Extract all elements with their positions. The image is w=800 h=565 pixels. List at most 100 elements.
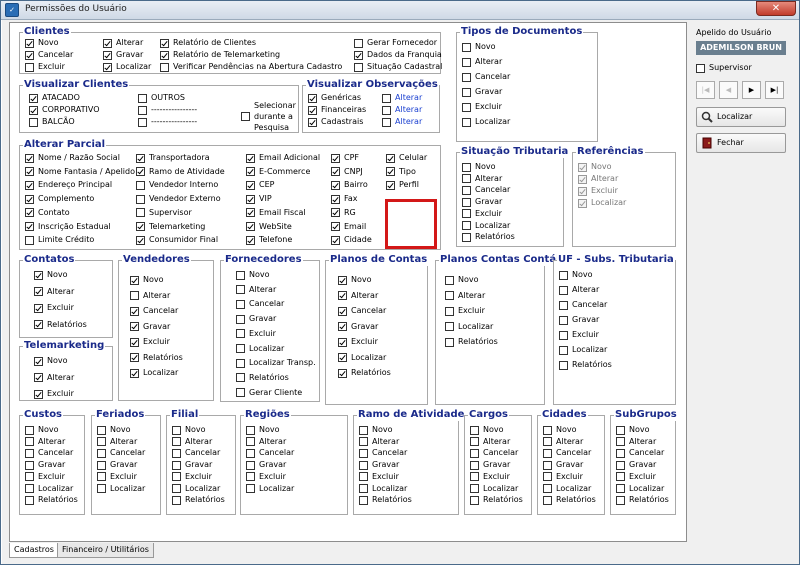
- alterar-parcial-cep-checkbox[interactable]: [246, 180, 255, 190]
- alterar-parcial-inscricao-estadual-checkbox[interactable]: [25, 222, 34, 231]
- sit-trib-excluir[interactable]: Excluir: [462, 209, 502, 219]
- custos-alterar[interactable]: Alterar: [25, 437, 65, 447]
- alterar-parcial-supervisor[interactable]: Supervisor: [136, 208, 192, 218]
- visualizar-clientes-item-3-checkbox[interactable]: [138, 93, 147, 103]
- vendedores-alterar[interactable]: Alterar: [130, 291, 170, 301]
- subgrupos-localizar-checkbox[interactable]: [616, 484, 625, 493]
- clientes-verificar-pendencias-na-abertura-cadastro[interactable]: Verificar Pendências na Abertura Cadastr…: [160, 62, 342, 72]
- vendedores-localizar[interactable]: Localizar: [130, 368, 178, 378]
- ramo-de-atividade-alterar[interactable]: Alterar: [359, 437, 399, 447]
- alterar-parcial-complemento-checkbox[interactable]: [25, 194, 34, 204]
- vendedores-gravar[interactable]: Gravar: [130, 322, 170, 332]
- cargos-novo[interactable]: Novo: [470, 425, 504, 435]
- feriados-cancelar-checkbox[interactable]: [97, 448, 106, 458]
- cargos-alterar-checkbox[interactable]: [470, 437, 479, 447]
- vendedores-cancelar-checkbox[interactable]: [130, 306, 139, 316]
- planos-contas-excluir[interactable]: Excluir: [338, 337, 378, 347]
- cargos-alterar[interactable]: Alterar: [470, 437, 510, 447]
- clientes-relatorio-de-telemarketing[interactable]: Relatório de Telemarketing: [160, 50, 280, 60]
- obs-genericas-alterar[interactable]: Alterar: [382, 93, 422, 103]
- ramo-de-atividade-excluir[interactable]: Excluir: [359, 472, 399, 482]
- visualizar-clientes-item-1[interactable]: CORPORATIVO: [29, 105, 100, 115]
- clientes-alterar[interactable]: Alterar: [103, 38, 143, 48]
- visualizar-clientes-item-4-checkbox[interactable]: [138, 105, 147, 115]
- regioes-localizar[interactable]: Localizar: [246, 484, 294, 494]
- obs-genericas-alterar-checkbox[interactable]: [382, 93, 391, 103]
- filial-alterar-checkbox[interactable]: [172, 437, 181, 447]
- regioes-gravar[interactable]: Gravar: [246, 460, 286, 470]
- contatos-novo-checkbox[interactable]: [34, 270, 43, 280]
- referencias-alterar[interactable]: Alterar: [578, 174, 618, 184]
- fornecedores-localizar-checkbox[interactable]: [236, 344, 245, 353]
- alterar-parcial-vendedor-externo[interactable]: Vendedor Externo: [136, 194, 221, 204]
- referencias-alterar-checkbox[interactable]: [578, 174, 587, 184]
- planos-contas-novo-checkbox[interactable]: [338, 275, 347, 285]
- cargos-novo-checkbox[interactable]: [470, 425, 479, 435]
- subgrupos-novo-checkbox[interactable]: [616, 425, 625, 435]
- ramo-de-atividade-localizar[interactable]: Localizar: [359, 484, 407, 494]
- feriados-cancelar[interactable]: Cancelar: [97, 448, 145, 458]
- cidades-novo-checkbox[interactable]: [543, 425, 552, 435]
- telemarketing-alterar[interactable]: Alterar: [34, 373, 74, 383]
- fornecedores-excluir-checkbox[interactable]: [236, 329, 245, 339]
- alterar-parcial-nome-fantasia-apelido[interactable]: Nome Fantasia / Apelido: [25, 167, 135, 177]
- clientes-novo[interactable]: Novo: [25, 38, 59, 48]
- visualizar-clientes-item-0[interactable]: ATACADO: [29, 93, 80, 103]
- filial-localizar-checkbox[interactable]: [172, 484, 181, 493]
- vendedores-novo[interactable]: Novo: [130, 275, 164, 285]
- cidades-alterar-checkbox[interactable]: [543, 437, 552, 447]
- feriados-novo-checkbox[interactable]: [97, 425, 106, 435]
- cidades-relatorios[interactable]: Relatórios: [543, 495, 596, 505]
- custos-excluir[interactable]: Excluir: [25, 472, 65, 482]
- uf-subs-gravar[interactable]: Gravar: [559, 315, 599, 325]
- planos-contas-relatorios[interactable]: Relatórios: [338, 368, 391, 378]
- obs-cadastrais-alterar-checkbox[interactable]: [382, 117, 391, 127]
- alterar-parcial-email-adicional[interactable]: Email Adicional: [246, 153, 320, 163]
- tipos-doc-localizar-checkbox[interactable]: [462, 117, 471, 127]
- feriados-localizar[interactable]: Localizar: [97, 484, 145, 494]
- alterar-parcial-cidade-checkbox[interactable]: [331, 235, 340, 245]
- clientes-excluir[interactable]: Excluir: [25, 62, 65, 72]
- alterar-parcial-vip-checkbox[interactable]: [246, 194, 255, 204]
- obs-financeiras[interactable]: Financeiras: [308, 105, 366, 115]
- custos-relatorios[interactable]: Relatórios: [25, 495, 78, 505]
- alterar-parcial-website-checkbox[interactable]: [246, 222, 255, 231]
- fornecedores-gravar-checkbox[interactable]: [236, 314, 245, 324]
- tipos-doc-localizar[interactable]: Localizar: [462, 117, 510, 127]
- fornecedores-cancelar-checkbox[interactable]: [236, 299, 245, 309]
- custos-novo-checkbox[interactable]: [25, 425, 34, 435]
- custos-cancelar-checkbox[interactable]: [25, 448, 34, 458]
- subgrupos-cancelar[interactable]: Cancelar: [616, 448, 664, 458]
- planos-contas-localizar[interactable]: Localizar: [338, 353, 386, 363]
- uf-subs-excluir-checkbox[interactable]: [559, 330, 568, 340]
- alterar-parcial-endereco-principal-checkbox[interactable]: [25, 180, 34, 190]
- obs-financeiras-checkbox[interactable]: [308, 105, 317, 115]
- alterar-parcial-celular-checkbox[interactable]: [386, 153, 395, 163]
- alterar-parcial-email-adicional-checkbox[interactable]: [246, 153, 255, 163]
- tab-financeiro-utilitarios[interactable]: Financeiro / Utilitários: [57, 543, 154, 558]
- sit-trib-excluir-checkbox[interactable]: [462, 209, 471, 219]
- regioes-cancelar-checkbox[interactable]: [246, 448, 255, 458]
- telemarketing-excluir[interactable]: Excluir: [34, 389, 74, 399]
- filial-relatorios-checkbox[interactable]: [172, 495, 181, 505]
- cargos-gravar-checkbox[interactable]: [470, 460, 479, 470]
- regioes-alterar[interactable]: Alterar: [246, 437, 286, 447]
- regioes-novo-checkbox[interactable]: [246, 425, 255, 435]
- alterar-parcial-e-commerce[interactable]: E-Commerce: [246, 167, 310, 177]
- clientes-gravar-checkbox[interactable]: [103, 50, 112, 60]
- alterar-parcial-e-commerce-checkbox[interactable]: [246, 167, 255, 177]
- alterar-parcial-fax[interactable]: Fax: [331, 194, 358, 204]
- obs-financeiras-alterar-checkbox[interactable]: [382, 105, 391, 115]
- alterar-parcial-tipo-checkbox[interactable]: [386, 167, 395, 177]
- ramo-de-atividade-alterar-checkbox[interactable]: [359, 437, 368, 447]
- subgrupos-alterar[interactable]: Alterar: [616, 437, 656, 447]
- alterar-parcial-cnpj[interactable]: CNPJ: [331, 167, 363, 177]
- clientes-gerar-fornecedor[interactable]: Gerar Fornecedor: [354, 38, 437, 48]
- uf-subs-novo[interactable]: Novo: [559, 270, 593, 280]
- cidades-localizar[interactable]: Localizar: [543, 484, 591, 494]
- obs-financeiras-alterar[interactable]: Alterar: [382, 105, 422, 115]
- supervisor-checkbox[interactable]: [696, 63, 705, 73]
- tipos-doc-novo-checkbox[interactable]: [462, 42, 471, 52]
- subgrupos-excluir-checkbox[interactable]: [616, 472, 625, 482]
- custos-gravar-checkbox[interactable]: [25, 460, 34, 470]
